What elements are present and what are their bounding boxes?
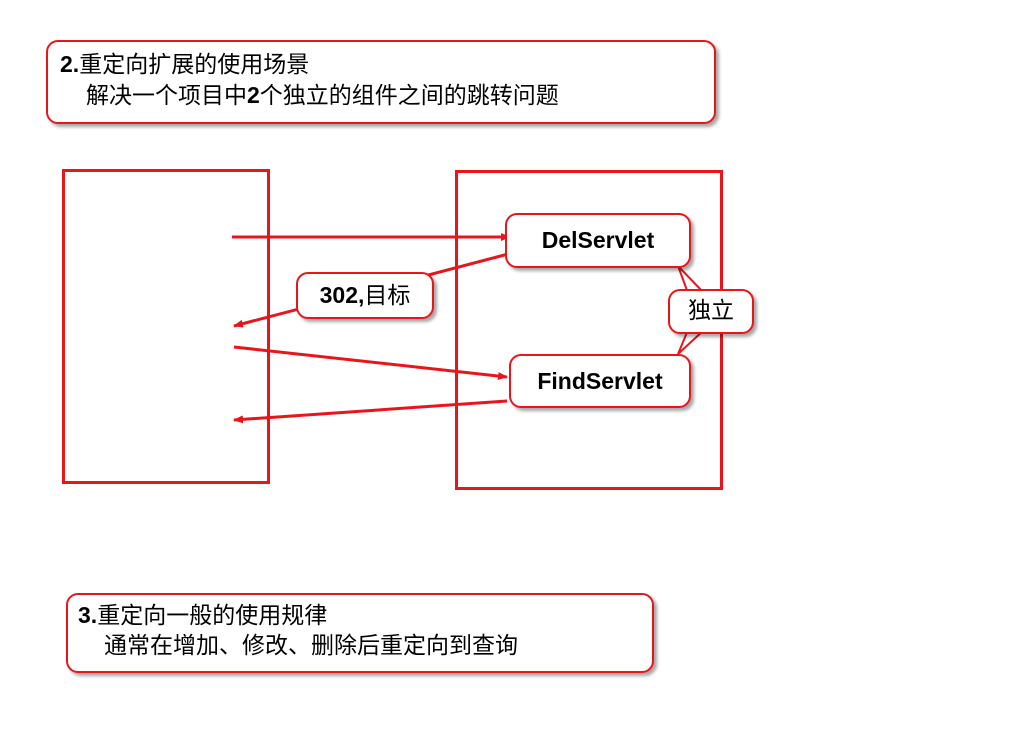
findservlet-response-arrow <box>233 399 508 424</box>
redirect-status-code: 302, <box>319 282 365 308</box>
findservlet-box: FindServlet <box>509 354 691 408</box>
redirect-target-text: 目标 <box>364 283 411 309</box>
rule-title-text: 重定向一般的使用规律 <box>97 603 328 629</box>
rule-detail: 通常在增加、修改、删除后重定向到查询 <box>104 633 518 659</box>
rule-note: 3.重定向一般的使用规律 通常在增加、修改、删除后重定向到查询 <box>66 593 654 673</box>
redirect-label: 302,目标 <box>296 272 434 319</box>
rule-title: 3.重定向一般的使用规律 <box>78 600 652 631</box>
independent-label: 独立 <box>668 289 754 334</box>
request-to-findservlet-arrow <box>233 345 508 380</box>
rule-number: 3. <box>78 602 98 628</box>
delservlet-box: DelServlet <box>505 213 691 268</box>
